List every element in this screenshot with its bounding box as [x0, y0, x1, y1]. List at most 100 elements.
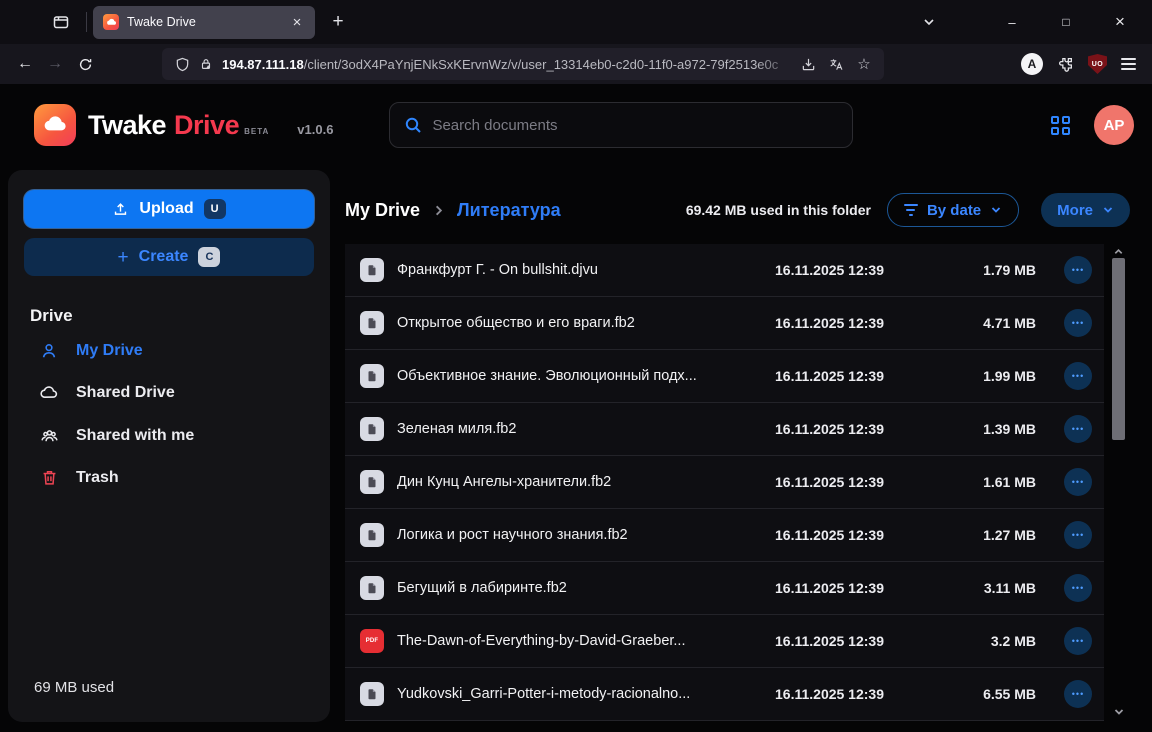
- file-row[interactable]: PDF The-Dawn-of-Everything-by-David-Grae…: [345, 615, 1104, 668]
- browser-toolbar: ← → 194.87.111.18/client/3odX4PaYnjENkSx…: [0, 44, 1152, 84]
- create-shortcut-badge: C: [198, 247, 220, 267]
- twake-drive-app: Twake Drive BETA v1.0.6 AP Upload U: [0, 84, 1152, 732]
- folder-header: My Drive Литература 69.42 MB used in thi…: [345, 192, 1130, 228]
- user-icon: [38, 341, 60, 361]
- document-file-icon: PDF: [360, 576, 384, 600]
- tab-close-icon[interactable]: ×: [287, 12, 307, 32]
- search-bar[interactable]: [389, 102, 853, 148]
- chevron-down-icon: [1102, 204, 1114, 216]
- upload-button[interactable]: Upload U: [24, 190, 314, 228]
- sidebar-item-trash[interactable]: Trash: [24, 457, 314, 498]
- user-avatar[interactable]: AP: [1094, 105, 1134, 145]
- lock-warning-icon[interactable]: [194, 52, 218, 76]
- main-panel: My Drive Литература 69.42 MB used in thi…: [345, 170, 1152, 722]
- address-bar[interactable]: 194.87.111.18/client/3odX4PaYnjENkSxKErv…: [162, 48, 884, 80]
- file-more-button[interactable]: •••: [1064, 574, 1092, 602]
- ellipsis-icon: •••: [1072, 637, 1084, 646]
- file-row[interactable]: PDF Зеленая миля.fb2 16.11.2025 12:39 1.…: [345, 403, 1104, 456]
- file-name: Объективное знание. Эволюционный подх...: [397, 368, 775, 384]
- tab-title: Twake Drive: [127, 15, 287, 29]
- tab-bar-divider: [86, 12, 87, 32]
- file-size: 3.11 MB: [940, 580, 1036, 596]
- window-close-button[interactable]: ×: [1106, 8, 1134, 36]
- chevron-right-icon: [432, 204, 445, 217]
- tracking-shield-icon[interactable]: [170, 52, 194, 76]
- new-tab-button[interactable]: +: [323, 7, 353, 37]
- sidebar-item-shared-drive[interactable]: Shared Drive: [24, 372, 314, 414]
- file-more-button[interactable]: •••: [1064, 309, 1092, 337]
- container-profile-icon[interactable]: A: [1021, 53, 1043, 75]
- file-row[interactable]: PDF Логика и рост научного знания.fb2 16…: [345, 509, 1104, 562]
- file-size: 1.79 MB: [940, 262, 1036, 278]
- file-row[interactable]: PDF Дин Кунц Ангелы-хранители.fb2 16.11.…: [345, 456, 1104, 509]
- sidebar-item-my-drive[interactable]: My Drive: [24, 330, 314, 372]
- file-size: 1.99 MB: [940, 368, 1036, 384]
- forward-button[interactable]: →: [40, 50, 70, 78]
- url-host: 194.87.111.18: [222, 57, 304, 72]
- sidebar-item-shared-with-me[interactable]: Shared with me: [24, 414, 314, 457]
- file-date: 16.11.2025 12:39: [775, 315, 940, 331]
- scrollbar[interactable]: [1112, 244, 1126, 722]
- file-more-button[interactable]: •••: [1064, 415, 1092, 443]
- search-input[interactable]: [432, 117, 838, 134]
- ellipsis-icon: •••: [1072, 478, 1084, 487]
- file-more-button[interactable]: •••: [1064, 256, 1092, 284]
- file-more-button[interactable]: •••: [1064, 680, 1092, 708]
- file-row[interactable]: PDF Франкфурт Г. - On bullshit.djvu 16.1…: [345, 244, 1104, 297]
- tab-favicon: [103, 14, 119, 30]
- ellipsis-icon: •••: [1072, 690, 1084, 699]
- window-minimize-button[interactable]: –: [998, 8, 1026, 36]
- scroll-up-icon[interactable]: [1113, 246, 1124, 257]
- storage-usage-label: 69 MB used: [34, 679, 314, 696]
- breadcrumb-current: Литература: [457, 200, 561, 221]
- app-header: Twake Drive BETA v1.0.6 AP: [0, 84, 1152, 166]
- create-button[interactable]: + Create C: [24, 238, 314, 276]
- sidebar-item-label: My Drive: [76, 342, 143, 360]
- file-name: Дин Кунц Ангелы-хранители.fb2: [397, 474, 775, 490]
- save-page-icon[interactable]: [796, 52, 820, 76]
- file-row[interactable]: PDF Yudkovski_Garri-Potter-i-metody-raci…: [345, 668, 1104, 721]
- app-grid-icon[interactable]: [1051, 116, 1070, 135]
- twake-logo-icon[interactable]: [34, 104, 76, 146]
- file-date: 16.11.2025 12:39: [775, 580, 940, 596]
- url-path: /client/3odX4PaYnjENkSxKErvnWz/v/user_13…: [304, 57, 779, 72]
- scrollbar-thumb[interactable]: [1112, 258, 1125, 440]
- trash-icon: [38, 468, 60, 487]
- file-size: 1.61 MB: [940, 474, 1036, 490]
- document-file-icon: PDF: [360, 470, 384, 494]
- browser-tab[interactable]: Twake Drive ×: [93, 6, 315, 39]
- scroll-down-icon[interactable]: [1113, 706, 1125, 718]
- firefox-view-icon[interactable]: [44, 7, 78, 37]
- file-row[interactable]: PDF Бегущий в лабиринте.fb2 16.11.2025 1…: [345, 562, 1104, 615]
- breadcrumb-root[interactable]: My Drive: [345, 200, 420, 221]
- file-more-button[interactable]: •••: [1064, 468, 1092, 496]
- file-row[interactable]: PDF Открытое общество и его враги.fb2 16…: [345, 297, 1104, 350]
- ublock-origin-icon[interactable]: UO: [1088, 54, 1107, 74]
- back-button[interactable]: ←: [10, 50, 40, 78]
- list-all-tabs-icon[interactable]: [922, 15, 936, 29]
- bookmark-star-icon[interactable]: ☆: [852, 52, 876, 76]
- sort-by-date-button[interactable]: By date: [887, 193, 1019, 227]
- more-button[interactable]: More: [1041, 193, 1130, 227]
- window-maximize-button[interactable]: □: [1052, 8, 1080, 36]
- file-date: 16.11.2025 12:39: [775, 262, 940, 278]
- url-text: 194.87.111.18/client/3odX4PaYnjENkSxKErv…: [222, 57, 796, 72]
- menu-hamburger-icon[interactable]: [1121, 58, 1136, 69]
- ellipsis-icon: •••: [1072, 372, 1084, 381]
- document-file-icon: PDF: [360, 682, 384, 706]
- file-date: 16.11.2025 12:39: [775, 633, 940, 649]
- file-date: 16.11.2025 12:39: [775, 527, 940, 543]
- file-more-button[interactable]: •••: [1064, 627, 1092, 655]
- sidebar-item-label: Trash: [76, 469, 119, 487]
- file-list: PDF Франкфурт Г. - On bullshit.djvu 16.1…: [345, 244, 1104, 721]
- file-more-button[interactable]: •••: [1064, 521, 1092, 549]
- extensions-puzzle-icon[interactable]: [1057, 56, 1074, 73]
- file-size: 1.27 MB: [940, 527, 1036, 543]
- file-row[interactable]: PDF Объективное знание. Эволюционный под…: [345, 350, 1104, 403]
- document-file-icon: PDF: [360, 523, 384, 547]
- file-size: 3.2 MB: [940, 633, 1036, 649]
- reload-button[interactable]: [70, 50, 100, 78]
- document-file-icon: PDF: [360, 258, 384, 282]
- translate-icon[interactable]: [824, 52, 848, 76]
- file-more-button[interactable]: •••: [1064, 362, 1092, 390]
